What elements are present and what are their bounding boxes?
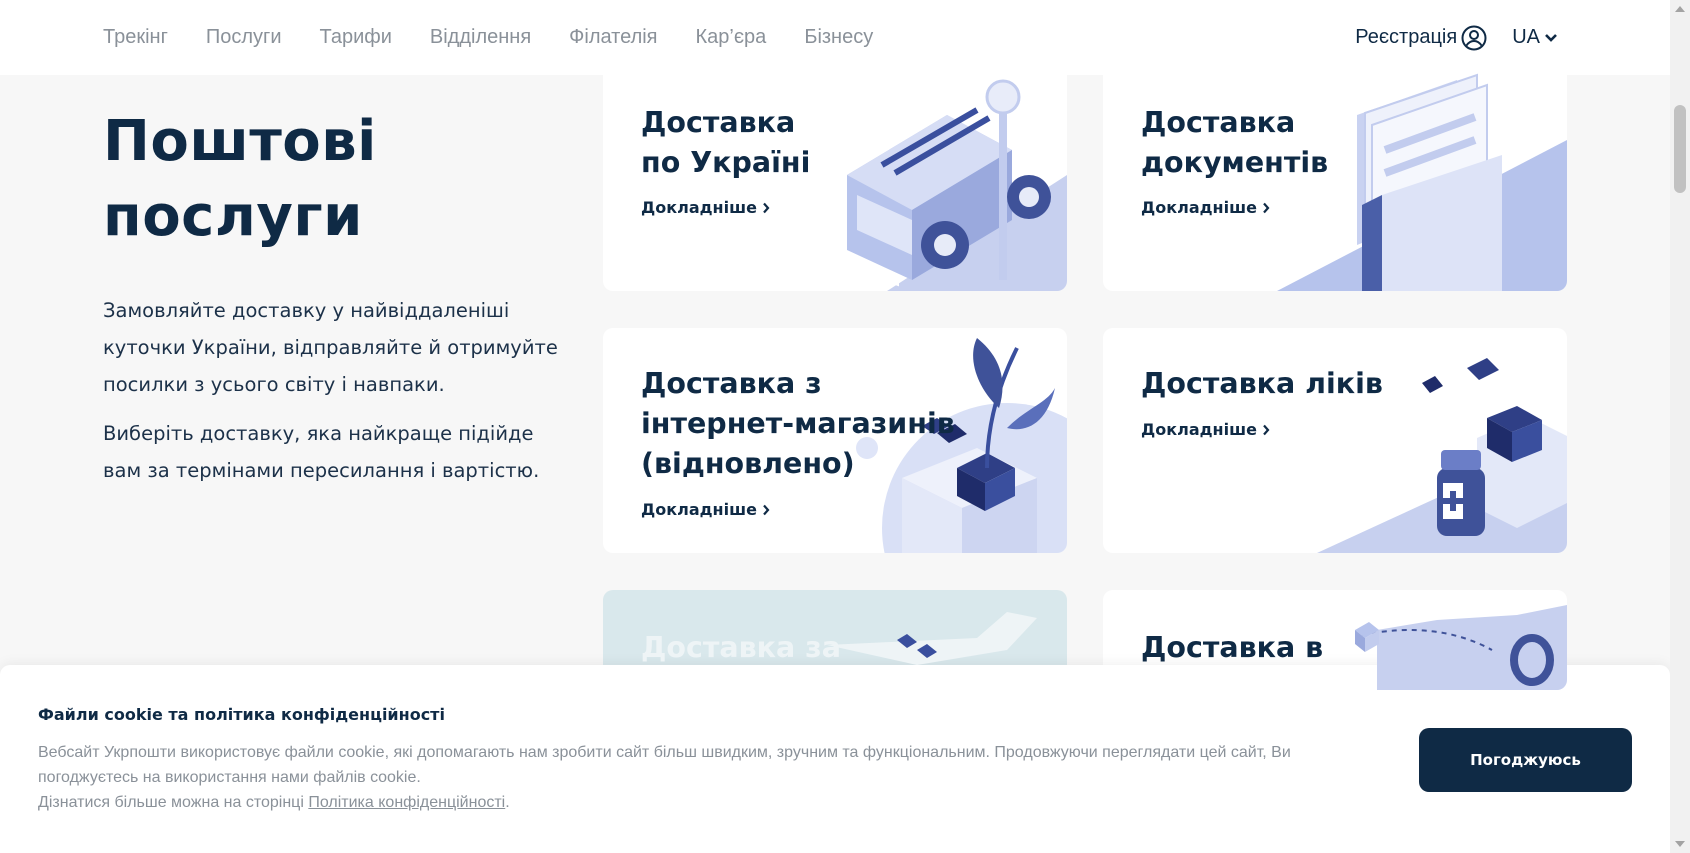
scroll-down-arrow-icon[interactable] [1675,841,1685,847]
card-more-link[interactable]: Докладніше [641,500,770,519]
accept-cookies-button[interactable]: Погоджуюсь [1419,728,1632,792]
chevron-right-icon [1263,202,1270,213]
card-more-label: Докладніше [1141,420,1257,439]
cookie-banner: Файли cookie та політика конфіденційност… [0,665,1670,853]
card-title: Доставка по Україні [641,106,811,179]
chevron-right-icon [1263,424,1270,435]
register-label: Реєстрація [1355,26,1458,48]
card-more-link[interactable]: Докладніше [1141,198,1270,217]
cookie-text-suffix: . [505,794,510,811]
page-scrollbar[interactable] [1670,0,1690,853]
nav-item-services[interactable]: Послуги [206,26,282,49]
nav-item-business[interactable]: Бізнесу [804,26,873,49]
language-label: UA [1512,26,1540,48]
nav-item-tracking[interactable]: Трекінг [103,26,168,49]
card-title: Доставка за [641,631,841,664]
scroll-up-arrow-icon[interactable] [1675,6,1685,12]
chevron-right-icon [763,504,770,515]
cookie-text-prefix: Дізнатися більше можна на сторінці [38,794,309,811]
card-more-link[interactable]: Докладніше [1141,420,1270,439]
nav-item-philately[interactable]: Філателія [569,26,657,49]
card-delivery-online-shops[interactable]: Доставка з інтернет-магазинів (відновлен… [603,328,1067,553]
card-more-label: Докладніше [641,500,757,519]
scroll-thumb[interactable] [1674,105,1686,193]
card-title: Доставка з інтернет-магазинів (відновлен… [641,367,955,480]
cookie-text: Вебсайт Укрпошти використовує файли cook… [38,740,1298,815]
nav-item-career[interactable]: Кар’єра [696,26,767,49]
card-delivery-medicine[interactable]: Доставка ліків Докладніше [1103,328,1567,553]
cookie-title: Файли cookie та політика конфіденційност… [38,705,445,724]
card-more-label: Докладніше [641,198,757,217]
intro-paragraph-1: Замовляйте доставку у найвіддаленіші кут… [103,299,558,396]
nav-item-tariffs[interactable]: Тарифи [320,26,392,49]
card-title: Доставка документів [1141,106,1329,179]
language-selector[interactable]: UA [1512,26,1558,49]
card-title: Доставка в [1141,631,1324,664]
card-more-label: Докладніше [1141,198,1257,217]
card-delivery-ukraine[interactable]: Доставка по Україні Докладніше [603,55,1067,291]
cookie-text-main: Вебсайт Укрпошти використовує файли cook… [38,744,1291,786]
page-title: Поштові послуги [103,109,377,249]
intro-paragraph-2: Виберіть доставку, яка найкраще підійде … [103,422,540,482]
chevron-down-icon [1545,33,1557,42]
chevron-right-icon [763,202,770,213]
card-title: Доставка ліків [1141,367,1383,400]
card-delivery-documents[interactable]: Доставка документів Докладніше [1103,55,1567,291]
user-icon [1461,25,1487,50]
intro-text: Замовляйте доставку у найвіддаленіші кут… [103,292,573,489]
register-button[interactable]: Реєстрація [1355,25,1487,51]
medicine-box-icon [1317,358,1567,553]
card-more-link[interactable]: Докладніше [641,198,770,217]
nav-item-branches[interactable]: Відділення [430,26,531,49]
privacy-policy-link[interactable]: Політика конфіденційності [308,794,505,811]
